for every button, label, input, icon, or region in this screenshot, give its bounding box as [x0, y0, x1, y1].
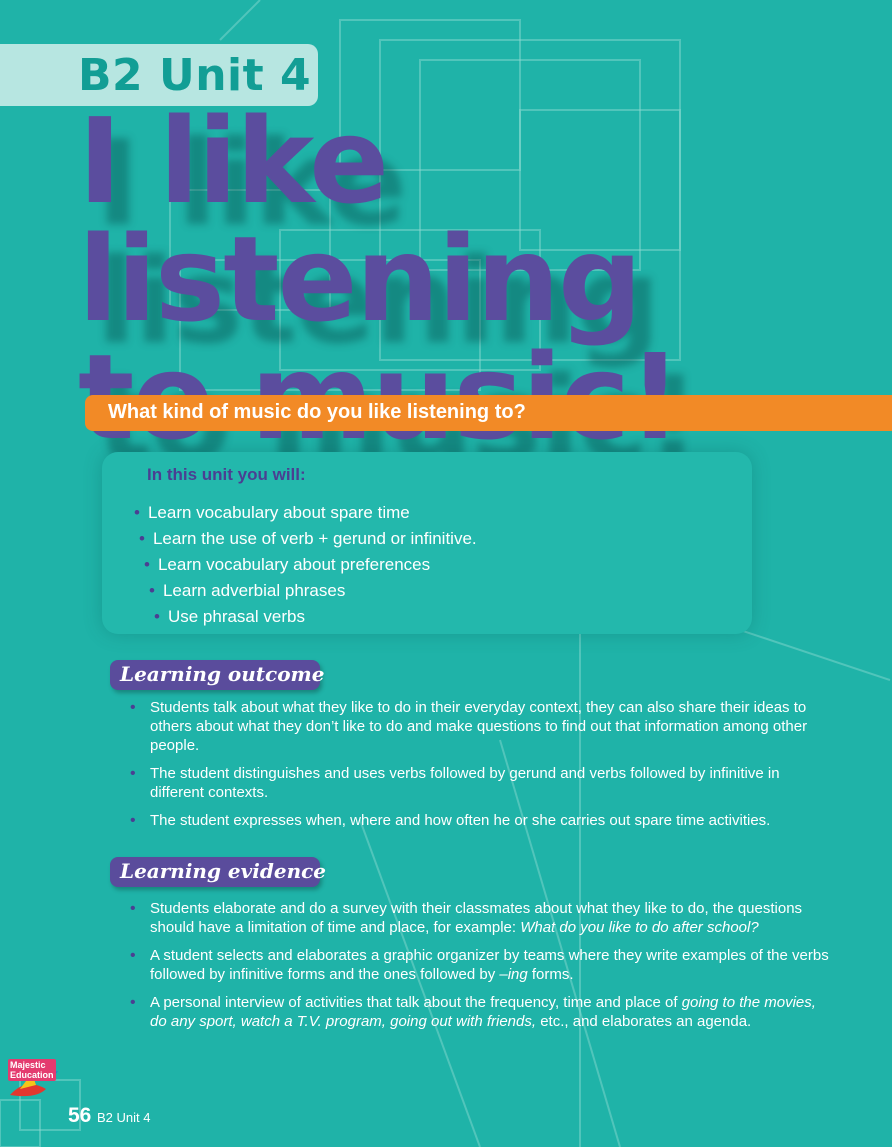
list-item: Students elaborate and do a survey with … [130, 899, 830, 937]
list-item: The student expresses when, where and ho… [130, 811, 830, 830]
question-text: What kind of music do you like listening… [108, 401, 526, 423]
publisher-logo-text: Majestic Education [8, 1059, 56, 1081]
learning-outcome-list: Students talk about what they like to do… [130, 698, 830, 839]
title-line-1: I like listening [78, 92, 643, 348]
learning-evidence-heading: Learning evidence [120, 859, 327, 883]
list-item: • Use phrasal verbs [154, 607, 305, 626]
footer-unit-label: B2 Unit 4 [97, 1110, 151, 1125]
list-item: • Learn adverbial phrases [149, 581, 346, 600]
unit-objectives-title: In this unit you will: [147, 465, 306, 484]
learning-evidence-list: Students elaborate and do a survey with … [130, 899, 830, 1040]
list-item: • Learn the use of verb + gerund or infin… [139, 529, 477, 548]
list-item: • Learn vocabulary about preferences [144, 555, 431, 574]
list-item: • Learn vocabulary about spare time [134, 503, 410, 522]
list-item: Students talk about what they like to do… [130, 698, 830, 755]
list-item: A student selects and elaborates a graph… [130, 946, 830, 984]
unit-objectives-list: • Learn vocabulary about spare time • Lear… [130, 500, 477, 630]
list-item: A personal interview of activities that … [130, 993, 830, 1031]
list-item: The student distinguishes and uses verbs… [130, 764, 830, 802]
learning-outcome-heading: Learning outcome [120, 662, 325, 686]
page-number: 56 [68, 1104, 92, 1127]
